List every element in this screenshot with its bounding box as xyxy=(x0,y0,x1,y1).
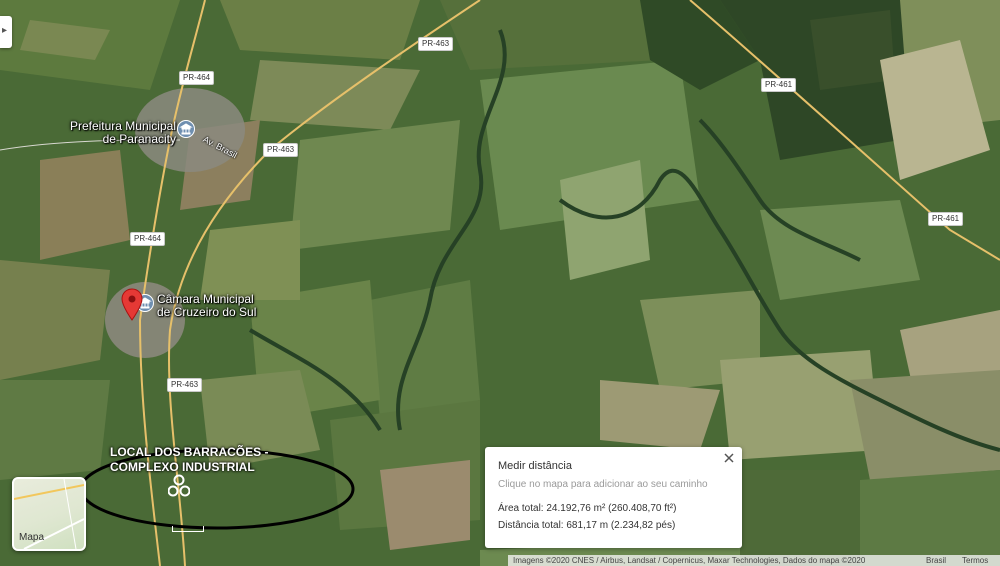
road-label-pr464-bottom: PR-464 xyxy=(130,232,166,246)
road-label-pr461-right: PR-461 xyxy=(928,212,964,226)
city-hall-icon[interactable] xyxy=(177,120,195,138)
collapse-panel-button[interactable]: ▸ xyxy=(0,16,12,48)
measure-area: Área total: 24.192,76 m² (260.408,70 ft²… xyxy=(498,503,677,514)
measure-hint: Clique no mapa para adicionar ao seu cam… xyxy=(498,479,708,490)
poi-label-line2: de Cruzeiro do Sul xyxy=(157,305,257,319)
measure-distance: Distância total: 681,17 m (2.234,82 pés) xyxy=(498,520,676,531)
layer-switcher-label: Mapa xyxy=(19,532,45,543)
road-label-pr461-top: PR-461 xyxy=(761,78,797,92)
annotation-label: LOCAL DOS BARRACÕES - COMPLEXO INDUSTRIA… xyxy=(110,445,268,475)
road-label-pr463-top: PR-463 xyxy=(418,37,454,51)
annotation-line1: LOCAL DOS BARRACÕES - xyxy=(110,445,269,459)
location-pin-icon[interactable] xyxy=(121,288,143,322)
road-label-pr463-mid: PR-463 xyxy=(263,143,299,157)
measure-distance-panel: Medir distância Clique no mapa para adic… xyxy=(485,447,742,548)
terms-link[interactable]: Termos xyxy=(962,555,988,566)
layer-switcher[interactable]: Mapa xyxy=(12,477,86,551)
road-label-pr464-top: PR-464 xyxy=(179,71,215,85)
measure-title: Medir distância xyxy=(498,460,572,472)
road-label-pr463-bottom: PR-463 xyxy=(167,378,203,392)
poi-label-line2: de Paranacity xyxy=(102,132,176,146)
annotation-line2: COMPLEXO INDUSTRIAL xyxy=(110,460,255,474)
poi-label-camara[interactable]: Câmara Municipal de Cruzeiro do Sul xyxy=(157,293,256,319)
scale-bar xyxy=(172,526,204,532)
map-footer: Imagens ©2020 CNES / Airbus, Landsat / C… xyxy=(508,555,1000,566)
attribution: Imagens ©2020 CNES / Airbus, Landsat / C… xyxy=(513,556,866,565)
close-icon[interactable] xyxy=(722,451,736,465)
chevron-right-icon: ▸ xyxy=(2,25,8,36)
poi-label-prefeitura[interactable]: Prefeitura Municipal de Paranacity xyxy=(61,120,176,146)
country-label[interactable]: Brasil xyxy=(926,555,946,566)
cluster-icon xyxy=(168,474,190,497)
